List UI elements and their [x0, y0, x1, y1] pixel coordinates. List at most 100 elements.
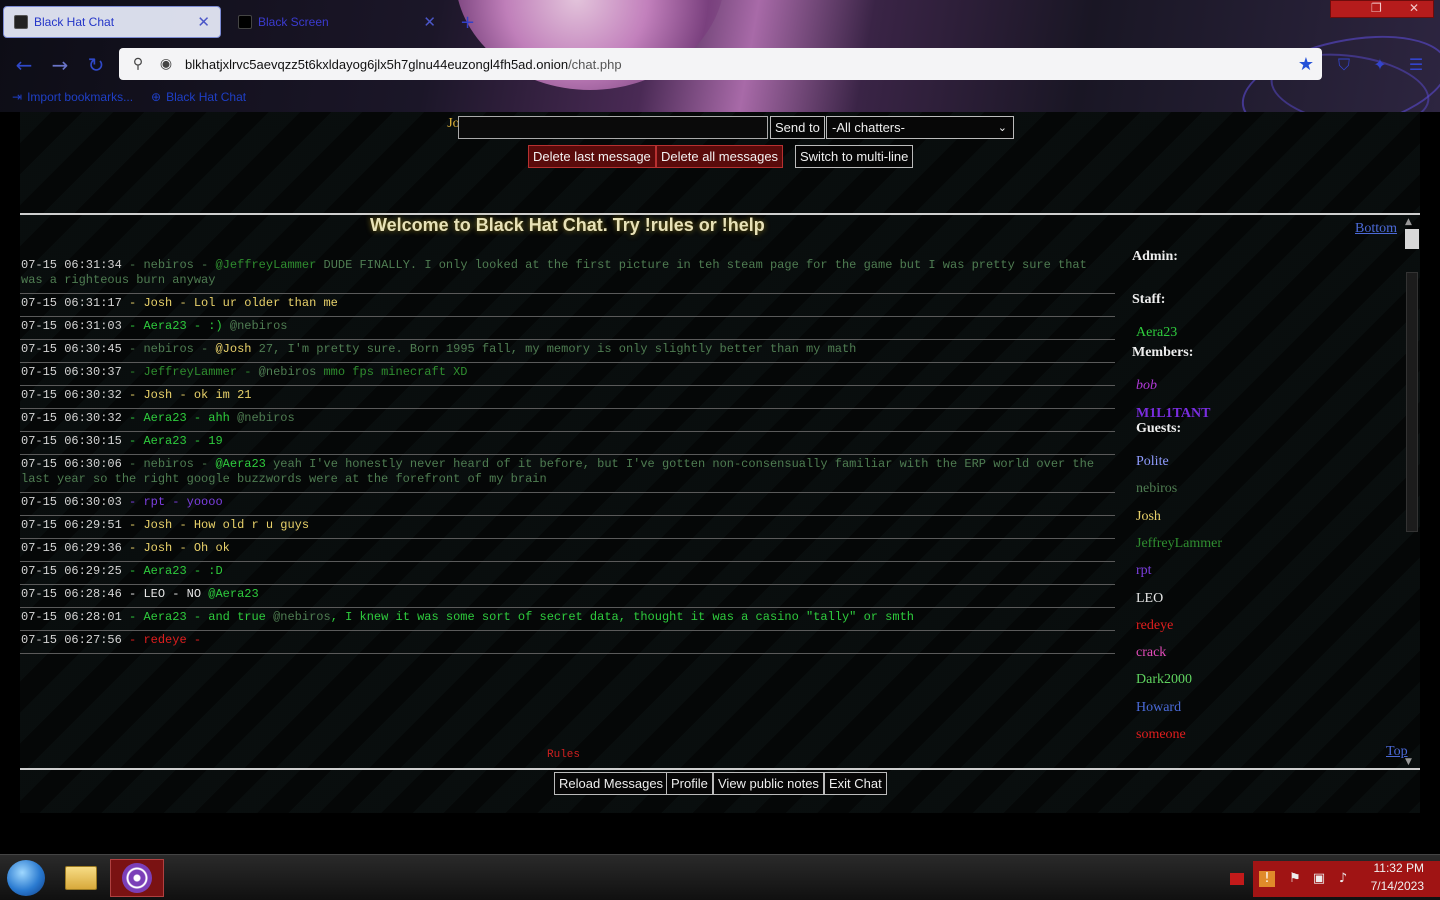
user-guest[interactable]: LEO [1136, 591, 1163, 607]
message-row: 07-15 06:31:03 - Aera23 - :) @nebiros [20, 317, 1115, 340]
chevron-down-icon: ⌄ [997, 121, 1007, 134]
scroll-up-icon[interactable]: ▲ [1405, 217, 1412, 227]
user-guest[interactable]: nebiros [1136, 481, 1177, 497]
message-author[interactable]: Josh [143, 541, 172, 555]
user-member-bob[interactable]: bob [1136, 378, 1157, 394]
close-tab-icon[interactable]: ✕ [423, 13, 436, 31]
message-author[interactable]: redeye [143, 633, 186, 647]
message-text: mmo fps minecraft XD [316, 365, 468, 379]
tab-label: Black Hat Chat [34, 15, 115, 29]
profile-button[interactable]: Profile [666, 772, 713, 795]
view-public-notes-button[interactable]: View public notes [713, 772, 824, 795]
message-author[interactable]: Aera23 [143, 434, 186, 448]
message-author[interactable]: Aera23 [143, 610, 186, 624]
user-guest[interactable]: someone [1136, 727, 1186, 743]
message-text: @nebiros [237, 411, 295, 425]
site-permissions-icon[interactable]: ⚲ [129, 55, 147, 73]
file-explorer-button[interactable] [54, 859, 108, 897]
user-guest[interactable]: Josh [1136, 509, 1161, 525]
reload-icon[interactable]: ↻ [84, 53, 108, 77]
message-author[interactable]: JeffreyLammer [143, 365, 237, 379]
tab-black-hat-chat[interactable]: Black Hat Chat ✕ [3, 6, 221, 38]
message-row: 07-15 06:30:37 - JeffreyLammer - @nebiro… [20, 363, 1115, 386]
user-guest[interactable]: Howard [1136, 700, 1181, 716]
user-guest[interactable]: JeffreyLammer [1136, 536, 1222, 552]
message-row: 07-15 06:31:34 - nebiros - @JeffreyLamme… [20, 256, 1115, 294]
message-text: @Josh [215, 342, 252, 356]
message-timestamp: 07-15 06:30:15 [21, 434, 122, 448]
volume-icon[interactable]: ♪ [1335, 871, 1351, 887]
new-tab-plus-icon[interactable]: + [460, 12, 475, 33]
user-guest[interactable]: rpt [1136, 563, 1152, 579]
message-author[interactable]: nebiros [143, 457, 193, 471]
browser-chrome: ❐ ✕ Black Hat Chat ✕ Black Screen ✕ + ← … [0, 0, 1440, 112]
user-guest[interactable]: crack [1136, 645, 1166, 661]
start-orb-icon[interactable] [7, 860, 45, 896]
address-bar[interactable]: ⚲ ◉ blkhatjxlrvc5aevqzz5t6kxldayog6jlx5h… [119, 48, 1322, 80]
bookmark-star-icon[interactable]: ★ [1298, 54, 1314, 75]
message-input[interactable] [458, 116, 768, 139]
tor-circuit-icon[interactable]: ✦ [1370, 55, 1390, 75]
scrollbar-thumb[interactable] [1406, 272, 1418, 532]
delete-last-message-button[interactable]: Delete last message [528, 145, 656, 168]
bookmark-import[interactable]: ⇥ Import bookmarks... [12, 90, 133, 104]
user-guest[interactable]: Dark2000 [1136, 672, 1192, 688]
onion-icon[interactable]: ◉ [157, 55, 175, 73]
reload-messages-button[interactable]: Reload Messages [554, 772, 669, 795]
guests-heading: Guests: [1136, 421, 1182, 436]
jump-top-link[interactable]: Top [1386, 744, 1408, 760]
tab-black-screen[interactable]: Black Screen ✕ [228, 6, 446, 38]
shield-icon[interactable]: ⛉ [1334, 55, 1354, 75]
action-center-flag-icon[interactable]: ⚑ [1287, 871, 1303, 887]
message-timestamp: 07-15 06:29:25 [21, 564, 122, 578]
message-author[interactable]: Josh [143, 518, 172, 532]
rules-link[interactable]: Rules [547, 749, 580, 761]
hamburger-menu-icon[interactable]: ☰ [1406, 55, 1426, 75]
restore-icon[interactable]: ❐ [1371, 1, 1382, 15]
user-member-m1l1tant[interactable]: M1L1TANT [1136, 406, 1210, 422]
recipient-value: -All chatters- [832, 120, 905, 135]
staff-heading: Staff: [1132, 292, 1166, 307]
back-arrow-icon[interactable]: ← [12, 53, 36, 77]
send-to-button[interactable]: Send to [770, 116, 825, 139]
clock[interactable]: 11:32 PM 7/14/2023 [1371, 859, 1424, 895]
tor-browser-button[interactable] [110, 859, 164, 897]
close-window-icon[interactable]: ✕ [1409, 1, 1419, 15]
delete-all-messages-button[interactable]: Delete all messages [656, 145, 784, 168]
exit-chat-button[interactable]: Exit Chat [824, 772, 887, 795]
notification-icon[interactable] [1230, 873, 1244, 885]
message-author[interactable]: Aera23 [143, 564, 186, 578]
close-tab-icon[interactable]: ✕ [197, 13, 210, 31]
post-form-frame: Josh: Send to -All chatters- ⌄ Delete la… [20, 112, 1420, 213]
message-author[interactable]: Aera23 [143, 319, 186, 333]
import-icon: ⇥ [12, 90, 23, 104]
message-timestamp: 07-15 06:28:46 [21, 587, 122, 601]
taskbar: ! ⚑ ▣ ♪ 11:32 PM 7/14/2023 [0, 854, 1440, 900]
message-author[interactable]: Josh [143, 388, 172, 402]
user-guest[interactable]: Polite [1136, 454, 1169, 470]
page-scrollbar-thumb[interactable] [1405, 229, 1419, 249]
message-timestamp: 07-15 06:29:51 [21, 518, 122, 532]
forward-arrow-icon[interactable]: → [48, 53, 72, 77]
message-author[interactable]: nebiros [143, 342, 193, 356]
user-staff-aera23[interactable]: Aera23 [1136, 325, 1177, 341]
members-heading: Members: [1132, 345, 1194, 360]
user-guest[interactable]: redeye [1136, 618, 1173, 634]
bookmark-black-hat-chat[interactable]: ⊕ Black Hat Chat [151, 90, 246, 104]
window-controls[interactable]: ❐ ✕ [1330, 0, 1434, 18]
message-author[interactable]: nebiros [143, 258, 193, 272]
message-text: 27, I'm pretty sure. Born 1995 fall, my … [251, 342, 857, 356]
message-author[interactable]: Aera23 [143, 411, 186, 425]
message-author[interactable]: Josh [143, 296, 172, 310]
switch-multiline-button[interactable]: Switch to multi-line [795, 145, 914, 168]
security-alert-icon[interactable]: ! [1259, 871, 1275, 887]
recipient-select[interactable]: -All chatters- ⌄ [826, 116, 1014, 139]
message-text: @Aera23 [215, 457, 266, 471]
message-text: yoooo [186, 495, 223, 509]
message-author[interactable]: rpt [143, 495, 165, 509]
jump-bottom-link[interactable]: Bottom [1355, 221, 1397, 237]
message-author[interactable]: LEO [143, 587, 165, 601]
messages-scrollbar[interactable]: ▲ ▼ [1404, 217, 1418, 767]
network-icon[interactable]: ▣ [1311, 871, 1327, 887]
message-row: 07-15 06:30:06 - nebiros - @Aera23 yeah … [20, 455, 1115, 493]
